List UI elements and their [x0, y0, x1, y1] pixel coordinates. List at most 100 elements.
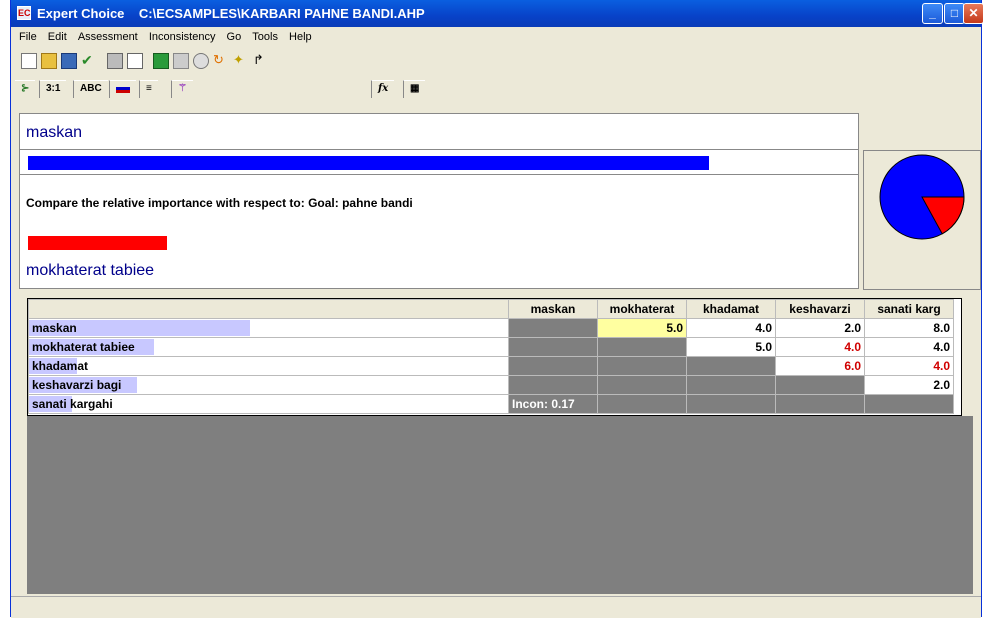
tab-formula[interactable]: ⚚ [171, 80, 193, 98]
sensitivity-icon[interactable] [193, 53, 209, 69]
row-label[interactable]: maskan [28, 318, 509, 338]
corner-cell [28, 299, 509, 319]
matrix-header-row: maskan mokhaterat khadamat keshavarzi sa… [28, 299, 954, 319]
pie-chart-panel [863, 150, 981, 290]
pie-chart [879, 154, 965, 240]
tab-verbal[interactable]: ABC [73, 80, 108, 98]
open-folder-icon[interactable] [41, 53, 57, 69]
item-a-bar[interactable] [28, 156, 709, 170]
divider [20, 149, 858, 150]
row-label[interactable]: sanati kargahi [28, 394, 509, 414]
lower-cell [508, 375, 598, 395]
matrix-row: mokhaterat tabiee 5.0 4.0 4.0 [28, 337, 954, 357]
tree-icon: ⊱ [21, 83, 30, 94]
row-label[interactable]: khadamat [28, 356, 509, 376]
print-preview-icon[interactable] [127, 53, 143, 69]
tab-fx[interactable]: fx [371, 80, 395, 98]
print-icon[interactable] [107, 53, 123, 69]
chart-icon[interactable] [173, 53, 189, 69]
diagonal-cell [864, 394, 954, 414]
lower-cell [508, 356, 598, 376]
close-button[interactable]: ✕ [963, 3, 984, 24]
lower-cell [775, 394, 865, 414]
column-header[interactable]: sanati karg [864, 299, 954, 319]
file-path: C:\ECSAMPLES\KARBARI PAHNE BANDI.AHP [138, 6, 425, 21]
matrix-table: maskan mokhaterat khadamat keshavarzi sa… [28, 299, 954, 414]
column-header[interactable]: mokhaterat [597, 299, 687, 319]
tab-questionnaire[interactable]: ≡ [139, 80, 158, 98]
title-bar: EC Expert Choice C:\ECSAMPLES\KARBARI PA… [11, 0, 984, 27]
column-header[interactable]: maskan [508, 299, 598, 319]
workspace-background [27, 416, 973, 594]
expert-choice-app-icon: EC [17, 6, 31, 20]
tab-grid[interactable]: ▦ [403, 80, 426, 98]
matrix-cell[interactable]: 5.0 [686, 337, 776, 357]
window-title: Expert Choice C:\ECSAMPLES\KARBARI PAHNE… [37, 6, 425, 21]
item-b-bar[interactable] [28, 236, 168, 250]
matrix-cell[interactable]: 4.0 [864, 356, 954, 376]
menu-tools[interactable]: Tools [252, 31, 278, 43]
menu-edit[interactable]: Edit [48, 31, 67, 43]
lower-cell [508, 337, 598, 357]
menu-file[interactable]: File [19, 31, 37, 43]
matrix-row: sanati kargahi Incon: 0.17 [28, 394, 954, 414]
app-name: Expert Choice [37, 6, 125, 21]
refresh-icon[interactable]: ↻ [213, 53, 229, 69]
new-file-icon[interactable] [21, 53, 37, 69]
app-window: EC Expert Choice C:\ECSAMPLES\KARBARI PA… [10, 0, 984, 618]
diagonal-cell [597, 337, 687, 357]
matrix-cell[interactable]: 6.0 [775, 356, 865, 376]
matrix-cell[interactable]: 5.0 [597, 318, 687, 338]
save-icon[interactable] [61, 53, 77, 69]
matrix-row: khadamat 6.0 4.0 [28, 356, 954, 376]
maximize-button[interactable]: □ [944, 3, 965, 24]
divider [20, 174, 858, 175]
lower-cell [686, 375, 776, 395]
matrix-cell[interactable]: 4.0 [686, 318, 776, 338]
tab-numerical[interactable]: 3:1 [39, 80, 67, 98]
tab-graphical[interactable] [109, 80, 136, 98]
diagonal-cell [775, 375, 865, 395]
item-b-label: mokhaterat tabiee [26, 262, 155, 279]
status-bar [11, 596, 981, 618]
menu-help[interactable]: Help [289, 31, 312, 43]
menu-inconsistency[interactable]: Inconsistency [149, 31, 216, 43]
matrix-cell[interactable]: 4.0 [775, 337, 865, 357]
inconsistency-ratio: Incon: 0.17 [508, 394, 598, 414]
lines-icon: ≡ [146, 83, 152, 94]
pairwise-panel: maskan Compare the relative importance w… [19, 113, 859, 289]
lower-cell [597, 375, 687, 395]
matrix-cell[interactable]: 2.0 [775, 318, 865, 338]
mode-tabs: ⊱ 3:1 ABC ≡ ⚚ fx ▦ [11, 78, 981, 100]
row-label[interactable]: mokhaterat tabiee [28, 337, 509, 357]
menu-go[interactable]: Go [227, 31, 242, 43]
lower-cell [597, 394, 687, 414]
grid-icon: ▦ [410, 83, 420, 94]
arrow-up-icon[interactable]: ↱ [253, 53, 269, 69]
matrix-row: keshavarzi bagi 2.0 [28, 375, 954, 395]
synthesis-icon[interactable]: ✦ [233, 53, 249, 69]
column-header[interactable]: keshavarzi [775, 299, 865, 319]
matrix-cell[interactable]: 2.0 [864, 375, 954, 395]
row-label[interactable]: keshavarzi bagi [28, 375, 509, 395]
diagonal-cell [508, 318, 598, 338]
bars-icon [116, 87, 130, 93]
diagonal-cell [686, 356, 776, 376]
check-icon[interactable]: ✔ [81, 53, 97, 69]
item-a-label: maskan [26, 124, 83, 141]
menu-assessment[interactable]: Assessment [78, 31, 138, 43]
matrix-cell[interactable]: 8.0 [864, 318, 954, 338]
matrix-cell[interactable]: 4.0 [864, 337, 954, 357]
tab-tree[interactable]: ⊱ [15, 80, 36, 98]
comparison-matrix: maskan mokhaterat khadamat keshavarzi sa… [27, 298, 962, 416]
minimize-button[interactable]: _ [922, 3, 943, 24]
compare-prompt: Compare the relative importance with res… [26, 196, 413, 210]
menu-bar: File Edit Assessment Inconsistency Go To… [11, 27, 981, 49]
toolbar: ✔ ↻ ✦ ↱ [11, 49, 981, 75]
matrix-row: maskan 5.0 4.0 2.0 8.0 [28, 318, 954, 338]
lower-cell [597, 356, 687, 376]
spreadsheet-icon[interactable] [153, 53, 169, 69]
column-header[interactable]: khadamat [686, 299, 776, 319]
wand-icon: ⚚ [178, 83, 187, 94]
lower-cell [686, 394, 776, 414]
